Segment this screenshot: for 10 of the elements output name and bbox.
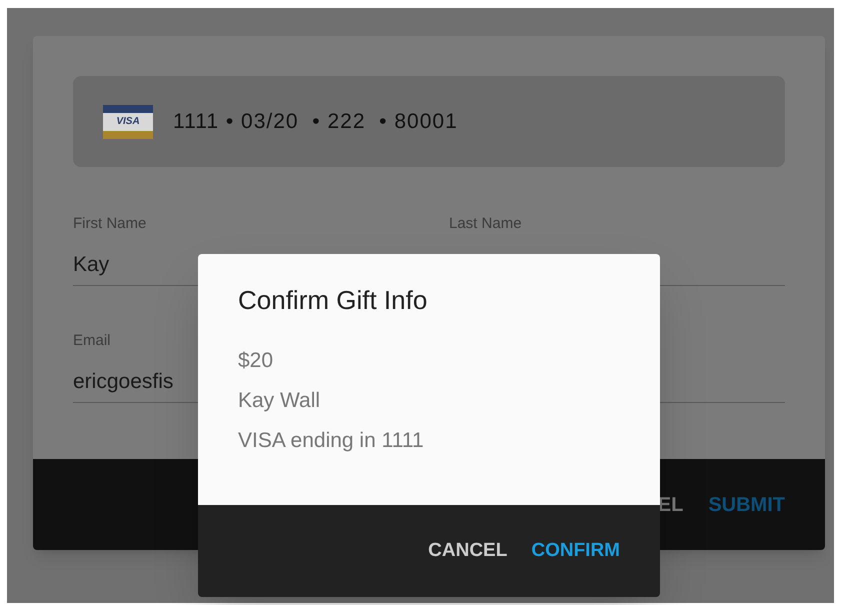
cancel-button[interactable]: CANCEL <box>428 536 508 566</box>
field-label: Email <box>73 331 112 350</box>
dialog-detail: $20 <box>238 348 274 374</box>
confirm-button[interactable]: CONFIRM <box>531 536 620 566</box>
field-label: First Name <box>73 214 148 233</box>
dialog-detail: Kay Wall <box>238 388 322 414</box>
field-label: Last Name <box>449 214 523 233</box>
card-details: 1111 • 03/20 • 222 • 80001 <box>173 108 458 135</box>
dialog-title: Confirm Gift Info <box>238 284 428 316</box>
dialog-detail: VISA ending in 1111 <box>238 428 425 454</box>
